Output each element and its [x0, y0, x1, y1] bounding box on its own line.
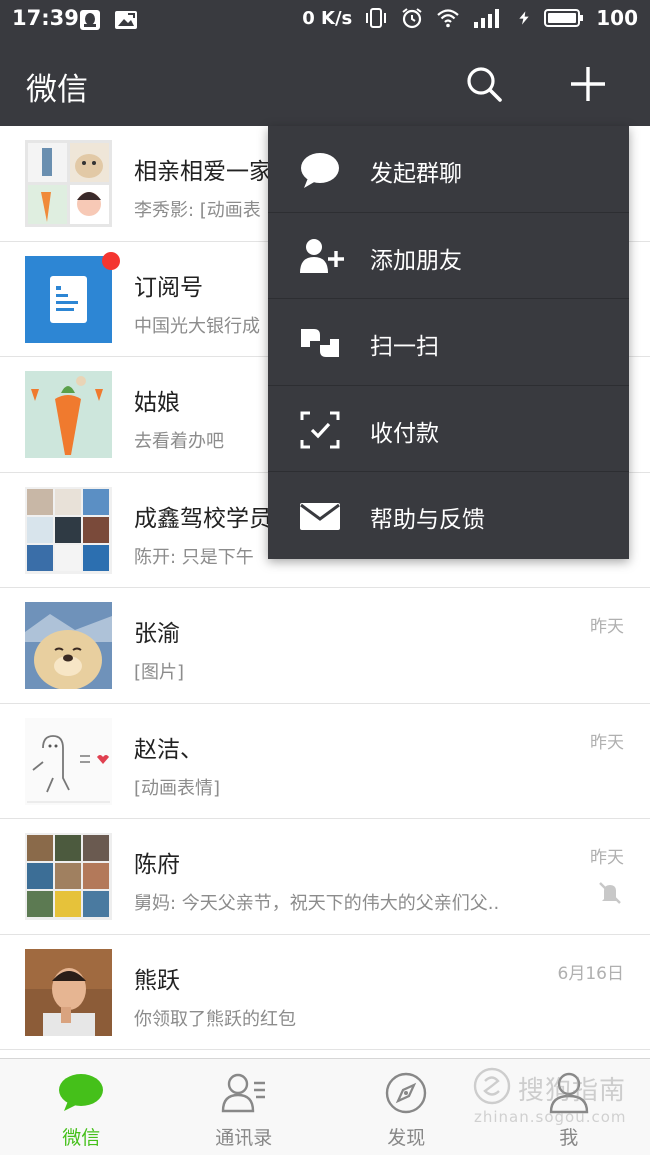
battery-icon: [544, 9, 584, 27]
menu-label: 帮助与反馈: [370, 507, 485, 534]
plus-icon: [571, 67, 605, 101]
chat-time: 昨天: [590, 617, 624, 637]
grid-avatar-family2: [25, 833, 112, 920]
chat-name: 赵洁、: [134, 736, 203, 763]
alarm-icon: [402, 8, 422, 29]
menu-label: 收付款: [370, 420, 439, 447]
chat-time: 6月16日: [557, 963, 624, 984]
status-right-icons: 0 K/s 100: [302, 6, 638, 30]
chat-preview: 李秀影: [动画表: [134, 200, 261, 221]
sketch-image: [25, 717, 112, 805]
chat-row[interactable]: 赵洁、 [动画表情] 昨天: [0, 703, 650, 819]
menu-item-help-feedback[interactable]: 帮助与反馈: [268, 472, 629, 559]
carrot-image: [25, 371, 112, 458]
page-title: 微信: [26, 72, 88, 108]
contacts-tab-icon: [221, 1073, 265, 1113]
grid-avatar-school: [25, 486, 112, 574]
grid-avatar-family: [25, 140, 112, 227]
sogou-logo-icon: [473, 1067, 511, 1105]
chat-preview: 去看着办吧: [134, 431, 224, 452]
chat-name: 陈府: [134, 852, 180, 878]
person-avatar: [25, 948, 112, 1036]
tab-label: 发现: [387, 1127, 426, 1149]
qq-notification-icon: [80, 10, 100, 30]
scan-icon: [301, 329, 339, 358]
net-speed: 0 K/s: [302, 7, 353, 29]
article-icon: [50, 275, 87, 323]
school-avatar-image: [25, 486, 112, 574]
status-bar: 17:39 0 K/s 100: [0, 0, 650, 40]
chat-preview: 舅妈: 今天父亲节，祝天下的伟大的父亲们父..: [134, 893, 500, 914]
tab-discover[interactable]: 发现: [325, 1059, 488, 1155]
plus-button[interactable]: [566, 62, 610, 106]
plus-dropdown-menu: 发起群聊 添加朋友 扫一扫 收付款 帮助与反馈: [268, 126, 629, 559]
dog-image: [25, 602, 112, 689]
chat-preview: 陈开: 只是下午: [134, 546, 254, 568]
search-button[interactable]: [462, 62, 506, 106]
person-image: [25, 948, 112, 1036]
status-left-icons: [78, 8, 138, 32]
dog-avatar: [25, 602, 112, 689]
family-avatar-image: [25, 140, 112, 227]
tab-label: 微信: [62, 1127, 101, 1149]
header-bar: 微信: [0, 40, 650, 126]
chat-preview: 中国光大银行成: [134, 315, 260, 337]
mute-icon: [599, 882, 621, 904]
mail-icon: [300, 503, 340, 531]
menu-label: 发起群聊: [370, 161, 462, 187]
sketch-avatar: [25, 717, 112, 805]
charging-icon: [519, 11, 529, 25]
watermark-text: 搜狗指南: [518, 1076, 627, 1106]
pay-icon: [300, 411, 340, 449]
chat-name: 订阅号: [134, 274, 203, 301]
status-time: 17:39: [12, 6, 79, 30]
chat-time: 昨天: [590, 848, 624, 868]
subscription-avatar: [25, 255, 112, 343]
chat-name: 相亲相爱一家: [134, 159, 272, 185]
chat-preview: 你领取了熊跃的红包: [134, 1008, 296, 1030]
signal-icon: [474, 9, 500, 28]
compass-tab-icon: [386, 1072, 427, 1114]
menu-item-scan[interactable]: 扫一扫: [268, 299, 629, 386]
menu-item-payment[interactable]: 收付款: [268, 386, 629, 473]
unread-badge: [102, 251, 120, 270]
menu-label: 添加朋友: [370, 247, 462, 274]
chat-row[interactable]: 陈府 舅妈: 今天父亲节，祝天下的伟大的父亲们父.. 昨天: [0, 819, 650, 935]
chat-name: 熊跃: [134, 967, 180, 994]
chat-row[interactable]: 熊跃 你领取了熊跃的红包 6月16日: [0, 934, 650, 1050]
tab-chats[interactable]: 微信: [0, 1059, 163, 1155]
tab-label: 通讯录: [215, 1127, 273, 1149]
wechat-app: 17:39 0 K/s 100 微信 相亲相爱一家 李秀影: [动画表 订阅号 …: [0, 0, 650, 1155]
watermark-url: zhinan.sogou.com: [474, 1108, 627, 1126]
chat-tab-icon: [59, 1074, 104, 1111]
chat-row[interactable]: 张渝 [图片] 昨天: [0, 588, 650, 704]
chat-name: 成鑫驾校学员: [134, 505, 272, 532]
menu-item-add-friend[interactable]: 添加朋友: [268, 213, 629, 300]
add-friend-icon: [300, 238, 344, 273]
chat-time: 昨天: [590, 732, 624, 753]
chat-preview: [动画表情]: [134, 777, 221, 799]
menu-label: 扫一扫: [370, 334, 439, 361]
search-icon: [467, 67, 502, 102]
menu-item-group-chat[interactable]: 发起群聊: [268, 126, 629, 213]
carrot-avatar: [25, 371, 112, 458]
vibrate-icon: [366, 8, 387, 28]
chat-preview: [图片]: [134, 662, 185, 683]
family2-avatar-image: [25, 833, 112, 920]
chat-name: 姑娘: [134, 390, 180, 416]
chat-name: 张渝: [134, 621, 180, 647]
watermark: 搜狗指南 zhinan.sogou.com: [470, 1066, 640, 1132]
battery-level: 100: [596, 6, 638, 30]
image-notification-icon: [115, 11, 137, 29]
wifi-icon: [437, 9, 459, 28]
tab-contacts[interactable]: 通讯录: [163, 1059, 326, 1155]
chat-bubble-icon: [301, 153, 339, 188]
